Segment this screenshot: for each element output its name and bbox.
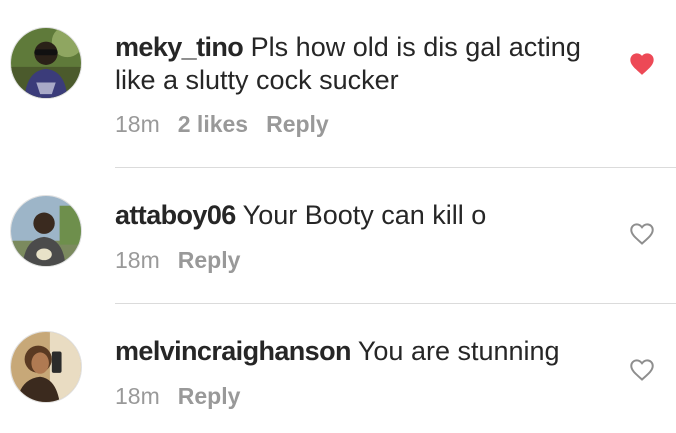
comment-meta: 18m Reply — [115, 246, 258, 274]
reply-button[interactable]: Reply — [266, 110, 329, 138]
avatar[interactable] — [10, 331, 82, 403]
comment-item: melvincraighanson You are stunning 18m Re… — [0, 304, 676, 433]
comment-text: attaboy06 Your Booty can kill o — [115, 199, 605, 232]
comment-item: attaboy06 Your Booty can kill o 18m Reply — [0, 168, 676, 303]
avatar-photo — [11, 28, 81, 98]
comment-body: You are stunning — [357, 336, 560, 366]
comment-timestamp: 18m — [115, 111, 160, 137]
heart-outline-icon[interactable] — [628, 220, 656, 246]
comment-meta: 18m 2 likes Reply — [115, 110, 347, 138]
avatar-photo — [11, 332, 81, 402]
avatar-photo — [11, 196, 81, 266]
comment-username[interactable]: meky_tino — [115, 32, 244, 62]
comment-item: meky_tino Pls how old is dis gal acting … — [0, 0, 676, 167]
comment-timestamp: 18m — [115, 383, 160, 409]
comment-username[interactable]: melvincraighanson — [115, 336, 351, 366]
avatar[interactable] — [10, 195, 82, 267]
comment-meta: 18m Reply — [115, 382, 258, 410]
comment-text: melvincraighanson You are stunning — [115, 335, 605, 368]
comment-likes-count[interactable]: 2 likes — [178, 110, 248, 138]
comment-body: Your Booty can kill o — [242, 200, 487, 230]
reply-button[interactable]: Reply — [178, 246, 241, 274]
comment-username[interactable]: attaboy06 — [115, 200, 236, 230]
heart-filled-icon[interactable] — [628, 50, 656, 76]
comment-text: meky_tino Pls how old is dis gal acting … — [115, 31, 605, 97]
comment-timestamp: 18m — [115, 247, 160, 273]
avatar[interactable] — [10, 27, 82, 99]
comment-list: meky_tino Pls how old is dis gal acting … — [0, 0, 676, 433]
heart-outline-icon[interactable] — [628, 356, 656, 382]
reply-button[interactable]: Reply — [178, 382, 241, 410]
